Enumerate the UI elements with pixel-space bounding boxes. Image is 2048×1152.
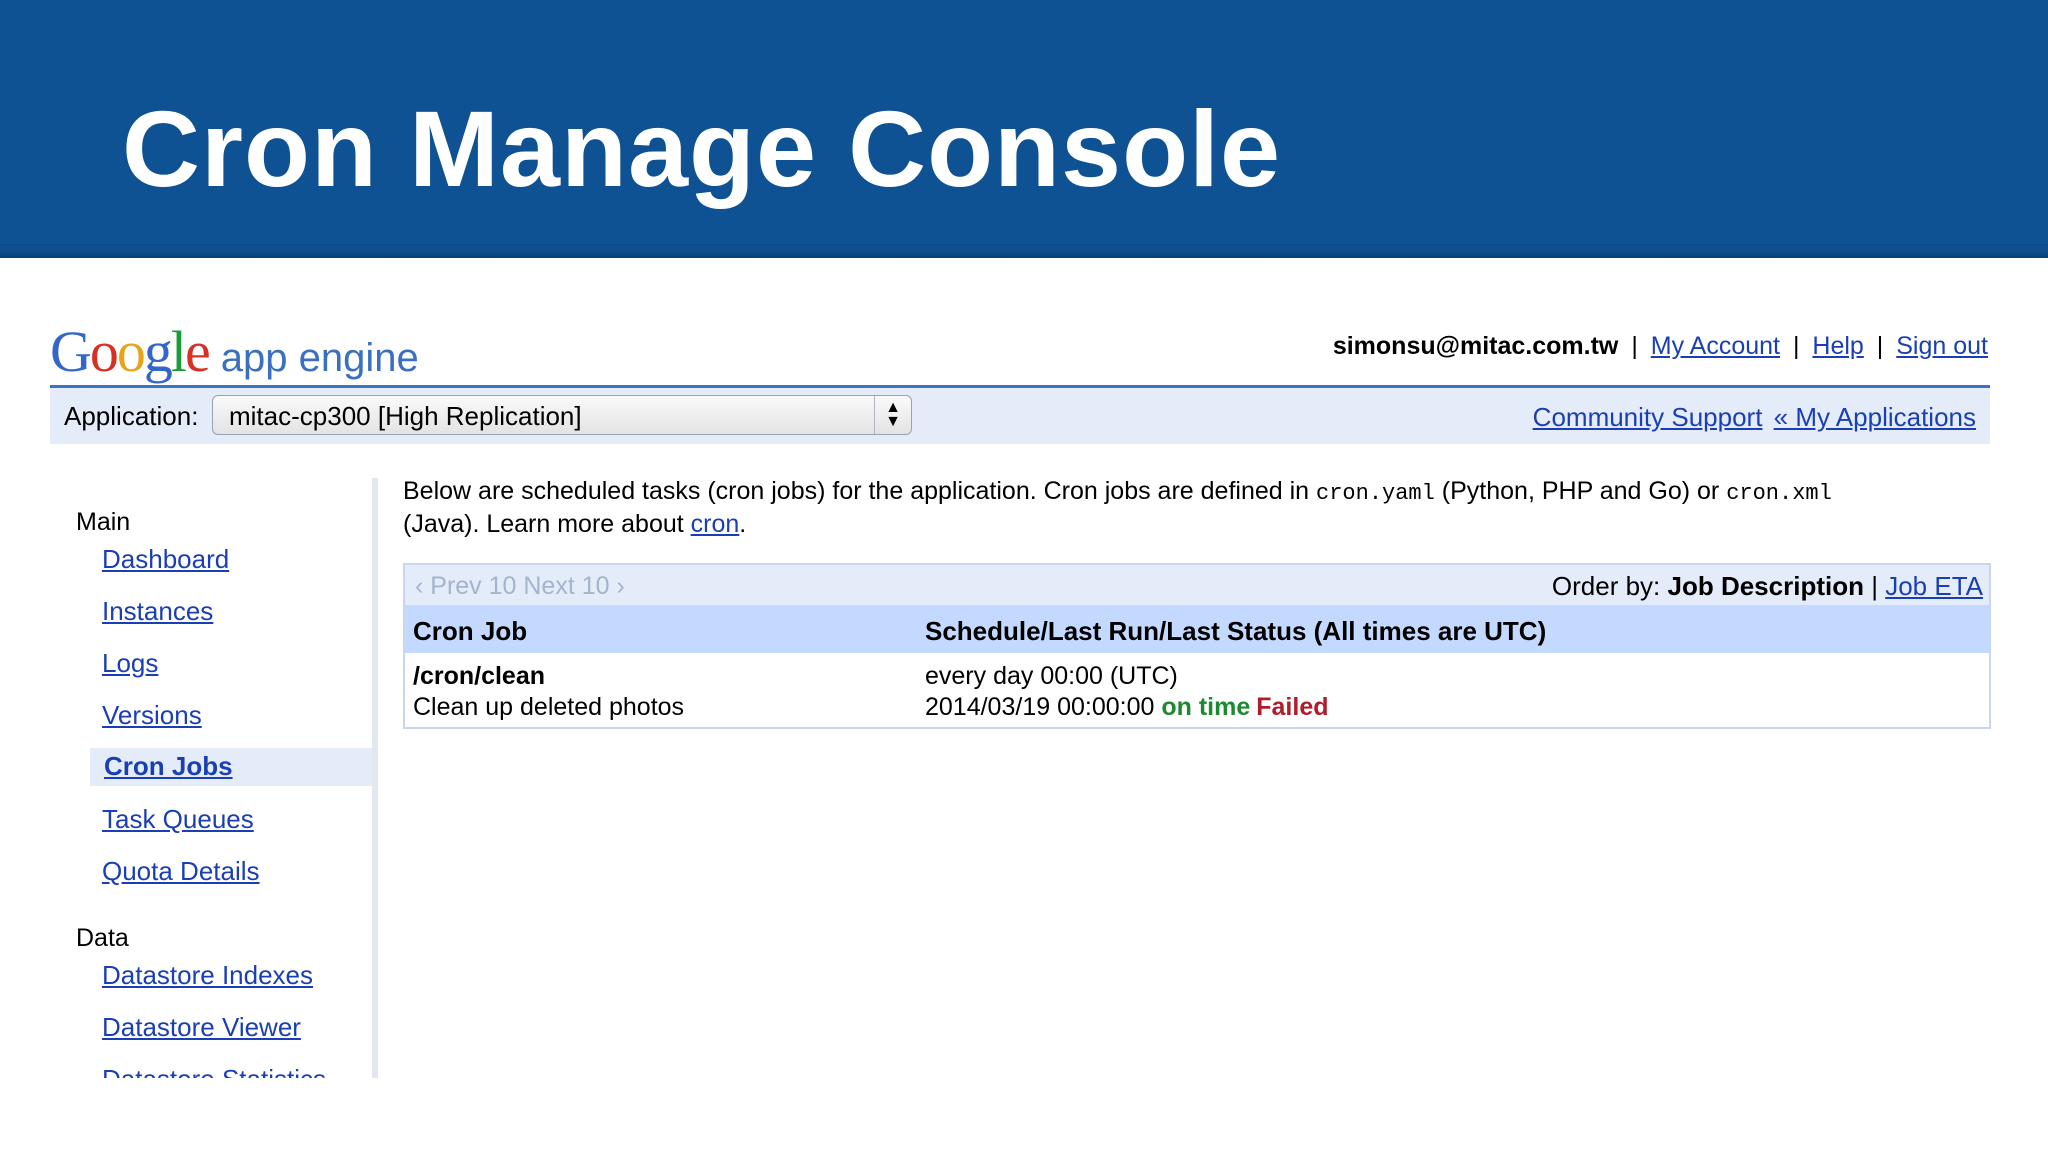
sidebar-item-logs[interactable]: Logs (102, 648, 158, 679)
cron-jobs-table: ‹ Prev 10 Next 10 › Order by: Job Descri… (403, 563, 1991, 729)
help-link[interactable]: Help (1812, 332, 1863, 360)
pager-bar: ‹ Prev 10 Next 10 › Order by: Job Descri… (405, 565, 1989, 605)
cron-schedule: every day 00:00 (UTC) (925, 662, 1178, 690)
community-support-link[interactable]: Community Support (1533, 402, 1763, 432)
cron-yaml-filename: cron.yaml (1316, 481, 1435, 506)
application-bar: Application: mitac-cp300 [High Replicati… (50, 385, 1990, 444)
separator: | (1876, 332, 1884, 360)
intro-text-part: Below are scheduled tasks (cron jobs) fo… (403, 477, 1317, 505)
user-links: simonsu@mitac.com.tw | My Account | Help… (1333, 332, 1988, 361)
order-by: Order by: Job Description | Job ETA (1552, 571, 1983, 602)
sidebar-section-main: Main (76, 508, 131, 536)
intro-text-part: . (739, 510, 747, 538)
cron-job-description: Clean up deleted photos (413, 693, 685, 721)
intro-text: Below are scheduled tasks (cron jobs) fo… (403, 476, 2003, 540)
sidebar-section-data: Data (76, 924, 129, 952)
my-account-link[interactable]: My Account (1651, 332, 1780, 360)
schedule-cell: every day 00:00 (UTC) 2014/03/19 00:00:0… (925, 661, 1329, 723)
intro-text-part: (Java). Learn more about (403, 510, 691, 538)
sidebar-item-instances[interactable]: Instances (102, 596, 213, 627)
slide-title: Cron Manage Console (122, 88, 1282, 209)
sidebar-item-quota-details[interactable]: Quota Details (102, 856, 260, 887)
intro-text-part: (Python, PHP and Go) or (1434, 477, 1727, 505)
table-row: /cron/clean Clean up deleted photos ever… (405, 653, 1989, 727)
sidebar-item-datastore-statistics[interactable]: Datastore Statistics (102, 1064, 326, 1078)
last-run-line: 2014/03/19 00:00:00 on time Failed (925, 692, 1329, 723)
learn-more-cron-link[interactable]: cron (691, 510, 740, 538)
sign-out-link[interactable]: Sign out (1896, 332, 1988, 360)
google-app-engine-logo: Google app engine (50, 318, 419, 384)
status-badge: Failed (1256, 693, 1329, 721)
column-header-schedule: Schedule/Last Run/Last Status (All times… (925, 616, 1547, 646)
pager-prev-next: ‹ Prev 10 Next 10 › (415, 572, 625, 600)
table-header: Cron Job Schedule/Last Run/Last Status (… (405, 605, 1989, 653)
order-by-current: Job Description (1667, 571, 1864, 601)
app-bar-links: Community Support « My Applications (1533, 402, 1976, 433)
on-time-badge: on time (1161, 693, 1251, 721)
cron-job-cell: /cron/clean Clean up deleted photos (413, 661, 684, 723)
separator: | (1631, 332, 1638, 360)
app-engine-wordmark: app engine (220, 336, 419, 380)
cron-job-url: /cron/clean (413, 662, 545, 690)
order-by-job-eta-link[interactable]: Job ETA (1885, 571, 1983, 601)
sidebar: Main Dashboard Instances Logs Versions C… (50, 478, 378, 1078)
my-applications-link[interactable]: « My Applications (1774, 402, 1976, 432)
order-by-label: Order by: (1551, 571, 1661, 601)
separator: | (1871, 571, 1878, 601)
google-logo: Google (50, 319, 211, 384)
separator: | (1792, 332, 1800, 360)
last-run-time: 2014/03/19 00:00:00 (925, 693, 1155, 721)
sidebar-item-task-queues[interactable]: Task Queues (102, 804, 254, 835)
banner-edge (0, 244, 2048, 258)
sidebar-item-datastore-viewer[interactable]: Datastore Viewer (102, 1012, 301, 1043)
sidebar-item-versions[interactable]: Versions (102, 700, 202, 731)
column-header-cron-job: Cron Job (413, 616, 528, 646)
sidebar-item-dashboard[interactable]: Dashboard (102, 544, 229, 575)
application-select[interactable]: mitac-cp300 [High Replication] ▲ ▼ (212, 395, 912, 435)
sidebar-item-cron-jobs-label[interactable]: Cron Jobs (104, 751, 233, 781)
application-select-value: mitac-cp300 [High Replication] (229, 401, 582, 431)
sidebar-item-datastore-indexes[interactable]: Datastore Indexes (102, 960, 313, 991)
select-arrows-icon: ▲ ▼ (874, 396, 911, 434)
sidebar-item-cron-jobs[interactable]: Cron Jobs (90, 748, 372, 786)
user-email: simonsu@mitac.com.tw (1332, 332, 1619, 360)
application-label: Application: (64, 401, 199, 431)
cron-xml-filename: cron.xml (1726, 481, 1832, 506)
